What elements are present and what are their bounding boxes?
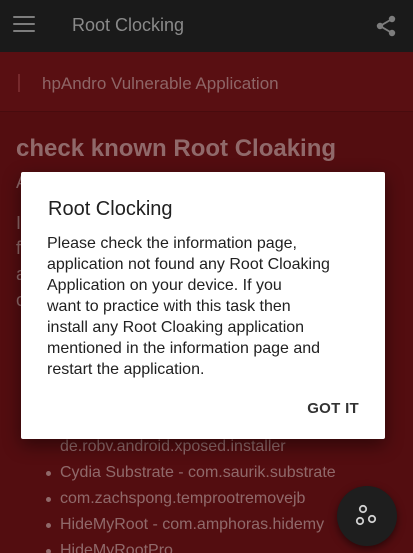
dialog-message: Please check the information page, appli… xyxy=(47,233,365,380)
dialog-message-line: want to practice with this task then xyxy=(47,298,291,315)
floating-action-button[interactable] xyxy=(337,486,397,546)
alert-dialog: Root Clocking Please check the informati… xyxy=(21,172,385,439)
got-it-button[interactable]: GOT IT xyxy=(307,400,359,417)
dialog-message-line: restart the application. xyxy=(47,361,205,378)
dialog-message-line: application not found any Root Cloaking xyxy=(47,256,330,273)
dialog-title: Root Clocking xyxy=(48,198,173,220)
dialog-message-line: install any Root Cloaking application xyxy=(47,319,305,336)
share-icon[interactable] xyxy=(374,14,398,38)
dialog-message-line: Please check the information page, xyxy=(47,235,297,252)
dialog-message-line: mentioned in the information page and xyxy=(47,340,321,357)
scatter-dots-icon xyxy=(355,504,377,526)
app-bar: Root Clocking xyxy=(0,0,413,52)
dialog-message-line: Application on your device. If you xyxy=(47,277,282,294)
menu-icon[interactable] xyxy=(13,16,35,34)
app-bar-title: Root Clocking xyxy=(72,15,185,35)
